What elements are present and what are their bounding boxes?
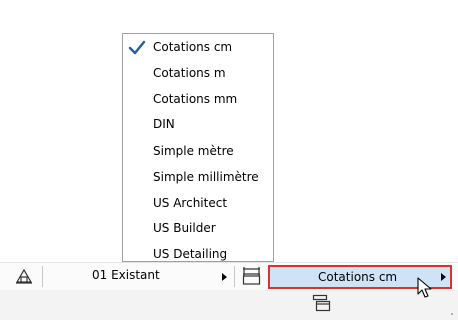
menu-item-din[interactable]: DIN	[123, 113, 273, 136]
dimension-standards-menu: Cotations cm Cotations m Cotations mm DI…	[122, 33, 274, 262]
resize-grip[interactable]	[451, 313, 453, 315]
menu-item-label: Cotations cm	[153, 40, 233, 54]
menu-item-label: Simple millimètre	[153, 170, 259, 184]
separator	[42, 266, 43, 287]
window-layout-icon[interactable]	[312, 294, 331, 312]
menu-item-cotations-mm[interactable]: Cotations mm	[123, 88, 273, 111]
menu-item-simple-millimetre[interactable]: Simple millimètre	[123, 166, 273, 189]
menu-item-label: US Builder	[153, 221, 216, 235]
menu-item-label: DIN	[153, 117, 175, 131]
separator	[234, 266, 235, 287]
submenu-arrow-icon	[222, 273, 227, 281]
checkmark-icon	[128, 40, 146, 55]
mouse-pointer-icon	[417, 277, 432, 298]
menu-item-label: Simple mètre	[153, 144, 234, 158]
menu-item-us-builder[interactable]: US Builder	[123, 217, 273, 240]
bottom-toolbar-strip	[0, 290, 458, 320]
layer-icon[interactable]	[14, 266, 34, 286]
renovation-filter-label: 01 Existant	[92, 268, 160, 282]
menu-item-label: Cotations mm	[153, 92, 238, 106]
submenu-arrow-icon	[441, 273, 446, 281]
menu-item-cotations-cm[interactable]: Cotations cm	[123, 36, 273, 59]
menu-item-cotations-m[interactable]: Cotations m	[123, 62, 273, 85]
dimension-icon[interactable]	[241, 266, 262, 286]
menu-item-us-architect[interactable]: US Architect	[123, 192, 273, 215]
dimension-standard-label: Cotations cm	[318, 270, 398, 284]
menu-item-label: US Architect	[153, 196, 228, 210]
menu-item-simple-metre[interactable]: Simple mètre	[123, 140, 273, 163]
menu-item-label: Cotations m	[153, 66, 226, 80]
renovation-filter-selector[interactable]: 01 Existant	[44, 265, 232, 289]
